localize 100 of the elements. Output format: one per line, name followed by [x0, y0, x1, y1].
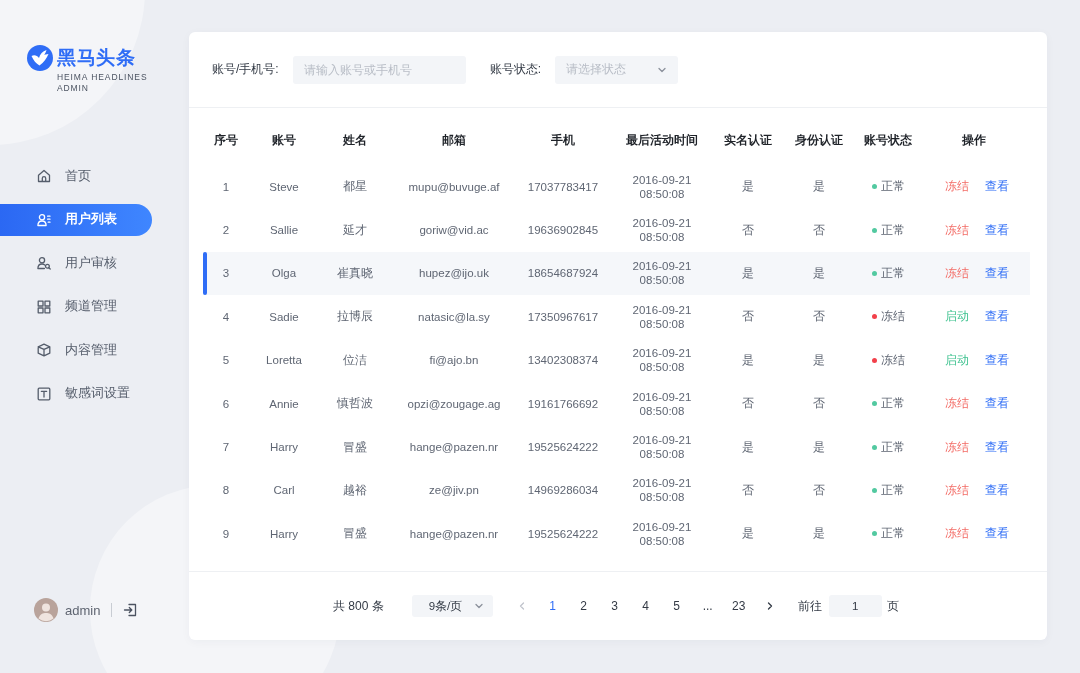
- page-button[interactable]: 4: [633, 595, 658, 617]
- table-cell-text: 否: [741, 222, 755, 238]
- menu-item[interactable]: 敏感词设置: [0, 377, 152, 410]
- table-cell-text: 是: [741, 352, 755, 368]
- page-size-select[interactable]: 9条/页: [411, 595, 493, 617]
- table-cell-text: 14969286034: [526, 484, 600, 497]
- table-row[interactable]: 5 Loretta 位洁 fi@ajo.bn 13402308374 2016-09-21 08:50:08 是 是 冻结 启动 查看: [203, 338, 1030, 382]
- table-cell-text: 2: [221, 224, 231, 237]
- table-cell-text: 18654687924: [526, 267, 600, 280]
- action-link[interactable]: 冻结: [945, 222, 969, 238]
- table-cell-text: 2016-09-21 08:50:08: [631, 216, 693, 245]
- table-cell-text: goriw@vid.ac: [418, 224, 490, 237]
- table-row[interactable]: 3 Olga 崔真晓 hupez@ijo.uk 18654687924 2016-09-21 08:50:08 是 是 正常 冻结 查看: [203, 251, 1030, 296]
- table-cell-text: 是: [741, 526, 755, 542]
- column-header: 手机: [550, 132, 576, 148]
- action-link[interactable]: 冻结: [945, 396, 969, 412]
- logo-title: 黑马头条: [57, 46, 135, 70]
- table-cell-text: 2016-09-21 08:50:08: [631, 476, 693, 505]
- action-link[interactable]: 查看: [985, 439, 1009, 455]
- table-cell-text: 是: [741, 265, 755, 281]
- page-button[interactable]: 1: [540, 595, 565, 617]
- page-button[interactable]: 23: [726, 595, 751, 617]
- table-cell-text: 4: [221, 310, 231, 323]
- table-cell-text: 5: [221, 354, 231, 367]
- menu-item[interactable]: 内容管理: [0, 334, 152, 367]
- column-header: 实名认证: [723, 132, 773, 148]
- table-row[interactable]: 8 Carl 越裕 ze@jiv.pn 14969286034 2016-09-21 08:50:08 否 否 正常 冻结 查看: [203, 468, 1030, 513]
- menu-item[interactable]: 频道管理: [0, 290, 152, 323]
- column-header: 最后活动时间: [625, 132, 699, 148]
- action-link[interactable]: 冻结: [945, 439, 969, 455]
- table-cell-text: Harry: [268, 441, 300, 454]
- page-input[interactable]: 1: [828, 595, 882, 617]
- table-cell-text: Sallie: [268, 224, 300, 237]
- status-text: 正常: [880, 439, 905, 455]
- menu-item[interactable]: 首页: [0, 160, 152, 192]
- status-text: 冻结: [880, 352, 905, 368]
- column-header: 账号状态: [863, 132, 913, 148]
- table-row[interactable]: 6 Annie 慎哲波 opzi@zougage.ag 19161766692 2016-09-21 08:50:08 否 否 正常 冻结 查看: [203, 381, 1030, 426]
- table-cell-text: natasic@la.sy: [417, 310, 491, 323]
- table-cell-text: hupez@ijo.uk: [418, 267, 490, 280]
- table-cell-text: mupu@buvuge.af: [407, 180, 501, 193]
- table-cell-text: 2016-09-21 08:50:08: [631, 302, 693, 331]
- action-link[interactable]: 冻结: [945, 526, 969, 542]
- table-cell-text: 1: [221, 180, 231, 193]
- table-cell-text: 是: [812, 352, 826, 368]
- table-row[interactable]: 7 Harry 冒盛 hange@pazen.nr 19525624222 2016-09-21 08:50:08 是 是 正常 冻结 查看: [203, 425, 1030, 469]
- table-cell-text: 是: [812, 179, 826, 195]
- page-button[interactable]: 5: [664, 595, 689, 617]
- table-cell-text: 19525624222: [526, 441, 600, 454]
- table-cell-text: 崔真晓: [336, 265, 374, 281]
- user-name: admin: [65, 602, 101, 618]
- text-box-icon: [37, 386, 51, 401]
- page-button[interactable]: ...: [695, 595, 720, 617]
- action-link[interactable]: 冻结: [945, 179, 969, 195]
- table-row[interactable]: 1 Steve 都星 mupu@buvuge.af 17037783417 2016-09-21 08:50:08 是 是 正常 冻结 查看: [203, 165, 1030, 209]
- table-cell-text: 是: [812, 526, 826, 542]
- table-cell-text: 冒盛: [342, 439, 368, 455]
- table-cell-text: 延才: [342, 222, 368, 238]
- table-cell-text: 2016-09-21 08:50:08: [631, 433, 693, 462]
- logo-icon: [27, 45, 53, 71]
- table-row[interactable]: 2 Sallie 延才 goriw@vid.ac 19636902845 2016-09-21 08:50:08 否 否 正常 冻结 查看: [203, 208, 1030, 252]
- table-cell-text: 7: [221, 441, 231, 454]
- table-cell-text: 2016-09-21 08:50:08: [631, 389, 693, 418]
- action-link[interactable]: 查看: [985, 179, 1009, 195]
- table-row[interactable]: 4 Sadie 拉博辰 natasic@la.sy 17350967617 2016-09-21 08:50:08 否 否 冻结 启动 查看: [203, 295, 1030, 339]
- page-button[interactable]: 2: [571, 595, 596, 617]
- status-text: 正常: [880, 179, 905, 195]
- table-row[interactable]: 9 Harry 冒盛 hange@pazen.nr 19525624222 2016-09-21 08:50:08 是 是 正常 冻结 查看: [203, 512, 1030, 556]
- action-link[interactable]: 冻结: [945, 482, 969, 498]
- table-cell-text: 是: [812, 265, 826, 281]
- table-cell-text: 19161766692: [526, 397, 600, 410]
- goto-label: 前往: [797, 597, 822, 615]
- action-link[interactable]: 查看: [985, 265, 1009, 281]
- page-button[interactable]: 3: [602, 595, 627, 617]
- table-cell-text: 否: [812, 396, 826, 412]
- account-label: 账号/手机号:: [212, 61, 279, 78]
- table-cell-text: 17037783417: [526, 180, 600, 193]
- table-cell-text: 都星: [342, 179, 368, 195]
- grid-icon: [37, 299, 51, 314]
- logout-icon[interactable]: [123, 603, 138, 617]
- table-cell-text: hange@pazen.nr: [408, 441, 500, 454]
- action-link[interactable]: 查看: [985, 222, 1009, 238]
- action-link[interactable]: 查看: [985, 396, 1009, 412]
- menu-item[interactable]: 用户列表: [0, 203, 152, 236]
- action-link[interactable]: 查看: [985, 352, 1009, 368]
- action-link[interactable]: 查看: [985, 526, 1009, 542]
- status-text: 正常: [880, 265, 905, 281]
- column-header: 邮箱: [441, 132, 467, 148]
- column-header: 账号: [271, 132, 297, 148]
- status-text: 正常: [880, 526, 905, 542]
- menu-item[interactable]: 用户审核: [0, 247, 152, 280]
- action-link[interactable]: 查看: [985, 482, 1009, 498]
- table-cell-text: ze@jiv.pn: [428, 484, 480, 497]
- table-cell-text: 慎哲波: [336, 396, 374, 412]
- status-text: 正常: [880, 396, 905, 412]
- status-text: 冻结: [880, 309, 905, 325]
- action-link[interactable]: 查看: [985, 309, 1009, 325]
- user-search-icon: [37, 256, 51, 271]
- status-text: 正常: [880, 222, 905, 238]
- table-cell-text: 2016-09-21 08:50:08: [631, 172, 693, 201]
